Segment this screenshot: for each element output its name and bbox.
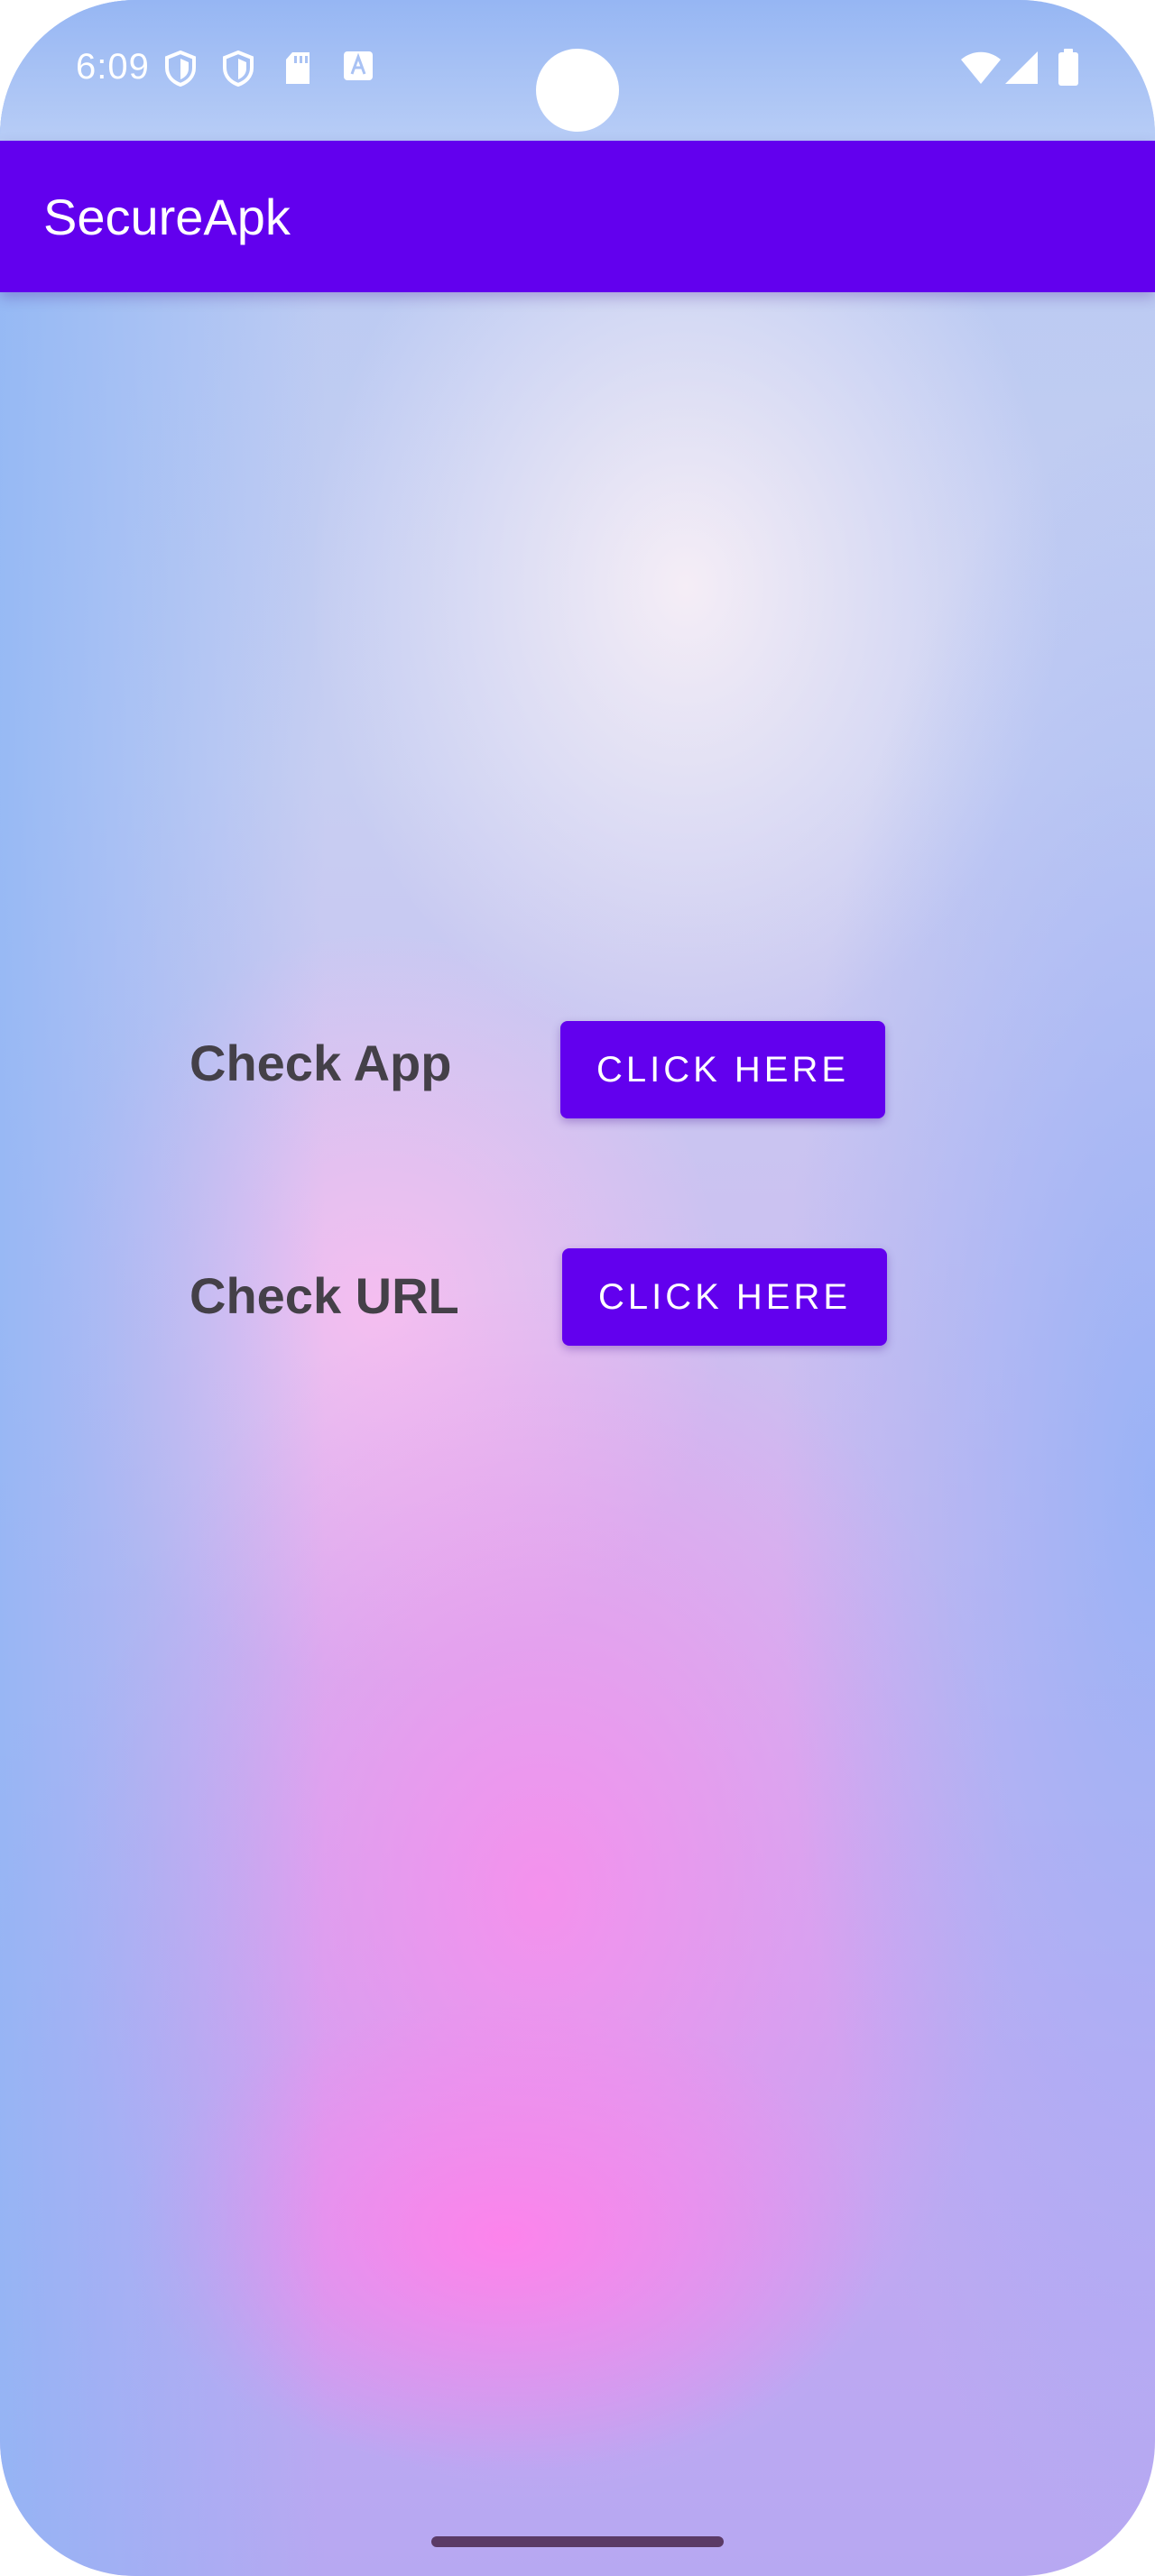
battery-icon [1058, 49, 1079, 91]
camera-cutout [536, 49, 619, 132]
status-bar: 6:09 [0, 0, 1155, 141]
shield-icon [164, 50, 197, 91]
keyboard-a-icon [343, 51, 374, 86]
check-url-label: Check URL [189, 1267, 459, 1324]
gesture-navigation-bar[interactable] [431, 2536, 724, 2547]
sd-card-icon [283, 51, 312, 91]
app-bar: SecureApk [0, 141, 1155, 292]
app-title: SecureApk [43, 189, 291, 245]
cell-signal-icon [1003, 51, 1040, 89]
wifi-icon [960, 51, 1002, 89]
check-app-button[interactable]: CLICK HERE [560, 1021, 885, 1118]
status-time: 6:09 [76, 47, 150, 87]
check-url-button[interactable]: CLICK HERE [562, 1248, 887, 1346]
check-app-label: Check App [189, 1035, 452, 1091]
shield-icon [222, 50, 254, 91]
phone-screen: 6:09 SecureApk Check App CLICK HERE Chec… [0, 0, 1155, 2576]
